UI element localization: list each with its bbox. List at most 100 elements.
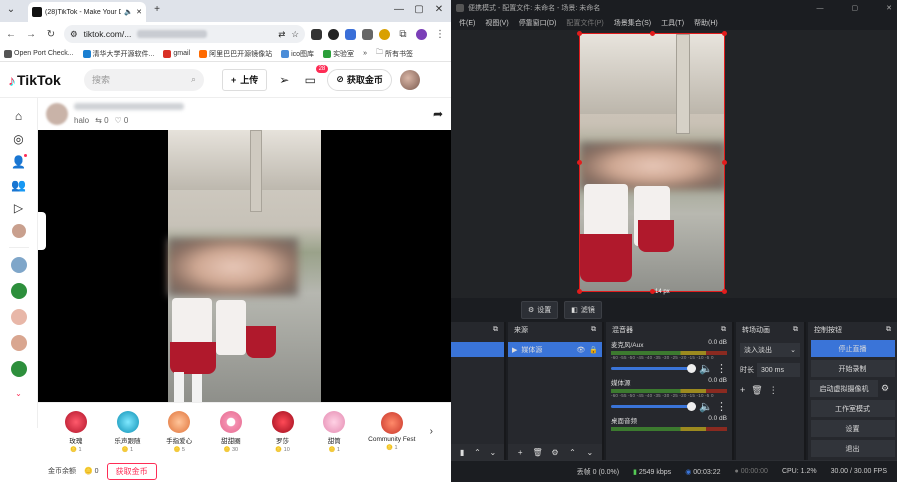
menu-help[interactable]: 帮助(H) bbox=[694, 18, 718, 28]
minimize-icon[interactable]: — bbox=[392, 4, 406, 15]
trash-icon[interactable]: 🗑 bbox=[531, 447, 543, 458]
undock-icon[interactable]: ⧉ bbox=[793, 326, 798, 334]
gift-item[interactable]: 乐声跟随 🪙 1 bbox=[108, 410, 148, 453]
avatar[interactable] bbox=[399, 69, 420, 90]
chevron-right-icon[interactable]: › bbox=[430, 426, 433, 437]
tab-tiktok[interactable]: (28)TikTok - Make Your D... 🔈 ✕ bbox=[28, 2, 146, 22]
friends-icon[interactable]: 👥 bbox=[9, 173, 29, 196]
extension-icon[interactable] bbox=[311, 28, 322, 40]
undock-icon[interactable]: ⧉ bbox=[886, 326, 891, 334]
resize-handle[interactable] bbox=[577, 289, 582, 294]
speaker-icon[interactable]: 🔈 bbox=[699, 362, 713, 375]
tiktok-logo[interactable]: ♪ TikTok bbox=[8, 72, 76, 88]
bookmark-item[interactable]: gmail bbox=[163, 49, 190, 58]
maximize-icon[interactable]: ▢ bbox=[852, 4, 859, 12]
get-coins-button[interactable]: ⊘ 获取金币 bbox=[327, 68, 392, 91]
explore-icon[interactable]: ◎ bbox=[9, 127, 29, 150]
obs-preview[interactable] bbox=[451, 30, 897, 298]
slider-knob[interactable] bbox=[687, 364, 697, 373]
like-count[interactable]: ♡ 0 bbox=[115, 116, 129, 125]
side-panel-handle[interactable] bbox=[38, 212, 46, 250]
exit-button[interactable]: 退出 bbox=[810, 440, 895, 457]
eye-icon[interactable]: 👁 bbox=[576, 346, 585, 354]
menu-profile[interactable]: 配置文件(P) bbox=[566, 18, 603, 28]
back-icon[interactable]: ← bbox=[4, 29, 18, 40]
live-video[interactable] bbox=[38, 130, 451, 402]
gift-item[interactable]: 甜筒 🪙 1 bbox=[314, 410, 354, 453]
trash-icon[interactable]: 🗑 bbox=[751, 385, 762, 396]
following-icon[interactable]: 👤 bbox=[9, 150, 29, 173]
menu-tools[interactable]: 工具(T) bbox=[661, 18, 684, 28]
profile-icon[interactable] bbox=[416, 28, 427, 40]
volume-slider[interactable] bbox=[611, 402, 697, 411]
repost-count[interactable]: ⇆ 0 bbox=[95, 116, 108, 125]
extension-icon[interactable] bbox=[379, 28, 390, 40]
inbox-icon[interactable]: ▭ 28 bbox=[301, 64, 329, 87]
puzzle-icon[interactable]: ⧉ bbox=[396, 29, 410, 40]
undock-icon[interactable]: ⧉ bbox=[721, 326, 726, 334]
up-icon[interactable]: ⌃ bbox=[472, 447, 482, 458]
studio-mode-button[interactable]: 工作室模式 bbox=[810, 400, 895, 417]
settings-button[interactable]: 设置 bbox=[810, 420, 895, 437]
resize-handle[interactable] bbox=[650, 31, 655, 36]
resize-handle[interactable] bbox=[722, 160, 727, 165]
stop-streaming-button[interactable]: 停止直播 bbox=[810, 340, 895, 357]
close-window-icon[interactable]: ✕ bbox=[886, 4, 892, 12]
more-icon[interactable]: ⋮ bbox=[769, 385, 778, 396]
gift-item[interactable]: 甜甜圈 🪙 30 bbox=[211, 410, 251, 453]
site-info-icon[interactable]: ⚙ bbox=[70, 29, 78, 40]
play-icon[interactable]: ▶ bbox=[512, 346, 517, 354]
source-item[interactable]: ▶ 媒体源 👁 🔒 bbox=[508, 342, 602, 357]
new-tab-icon[interactable]: + bbox=[150, 4, 164, 15]
menu-docks[interactable]: 停靠窗口(D) bbox=[519, 18, 557, 28]
search-input[interactable]: 搜索 ⌕ bbox=[84, 68, 204, 91]
lock-icon[interactable]: 🔒 bbox=[589, 346, 598, 354]
virtual-camera-button[interactable]: 启动虚拟摄像机 bbox=[810, 380, 878, 397]
volume-slider[interactable] bbox=[611, 364, 697, 373]
bookmark-item[interactable]: 实验室 bbox=[323, 49, 354, 59]
following-avatar[interactable] bbox=[10, 309, 27, 325]
home-icon[interactable]: ⌂ bbox=[9, 104, 29, 127]
live-icon[interactable]: ▷ bbox=[9, 196, 29, 219]
gift-item[interactable]: 手指爱心 🪙 5 bbox=[159, 410, 199, 453]
menu-view[interactable]: 视图(V) bbox=[485, 18, 508, 28]
source-settings-button[interactable]: ⚙ 设置 bbox=[521, 301, 559, 319]
gift-item[interactable]: 玫瑰 🪙 1 bbox=[56, 410, 96, 453]
gift-item[interactable]: Community Fest 🪙 1 bbox=[366, 412, 418, 451]
tab-close-icon[interactable]: ✕ bbox=[136, 8, 142, 16]
scene-item-selected[interactable] bbox=[451, 342, 504, 357]
source-canvas[interactable] bbox=[579, 33, 725, 292]
gear-icon[interactable]: ⚙ bbox=[881, 383, 889, 394]
close-window-icon[interactable]: ✕ bbox=[432, 4, 446, 15]
following-avatar[interactable] bbox=[10, 257, 27, 273]
following-avatar[interactable] bbox=[10, 361, 27, 377]
translate-icon[interactable]: ⇄ bbox=[278, 29, 285, 40]
bookmark-star-icon[interactable]: ☆ bbox=[291, 29, 299, 40]
add-icon[interactable]: + bbox=[514, 447, 526, 458]
extension-icon[interactable] bbox=[345, 28, 356, 40]
maximize-icon[interactable]: ▢ bbox=[412, 4, 426, 15]
transition-select[interactable]: 淡入淡出 ⌄ bbox=[740, 343, 800, 357]
add-icon[interactable]: + bbox=[740, 385, 745, 396]
author-name-redacted[interactable] bbox=[74, 103, 184, 110]
remove-icon[interactable]: ▮ bbox=[457, 447, 467, 458]
get-coins-bottom-button[interactable]: 获取金币 bbox=[106, 462, 157, 480]
menu-scene-collection[interactable]: 场景集合(S) bbox=[614, 18, 651, 28]
down-icon[interactable]: ⌄ bbox=[488, 447, 498, 458]
extension-icon[interactable] bbox=[362, 28, 373, 40]
send-icon[interactable]: ➢ bbox=[275, 73, 293, 87]
bookmark-item[interactable]: 清华大学开源软件... bbox=[82, 49, 154, 59]
forward-icon[interactable]: → bbox=[24, 29, 38, 40]
resize-handle[interactable] bbox=[722, 31, 727, 36]
gear-icon[interactable]: ⚙ bbox=[549, 447, 561, 458]
address-bar[interactable]: ⚙ tiktok.com/... ⇄ ☆ bbox=[64, 25, 305, 43]
speaker-icon[interactable]: 🔈 bbox=[699, 400, 713, 413]
bookmark-item[interactable]: Open Port Check... bbox=[4, 49, 74, 58]
search-icon[interactable]: ⌕ bbox=[191, 74, 196, 85]
following-avatar[interactable] bbox=[10, 283, 27, 299]
author-avatar[interactable] bbox=[46, 103, 68, 125]
upload-button[interactable]: + 上传 bbox=[222, 68, 268, 91]
undock-icon[interactable]: ⧉ bbox=[493, 326, 498, 334]
more-icon[interactable]: ⋮ bbox=[716, 400, 727, 413]
speaker-icon[interactable]: 🔈 bbox=[124, 8, 133, 16]
